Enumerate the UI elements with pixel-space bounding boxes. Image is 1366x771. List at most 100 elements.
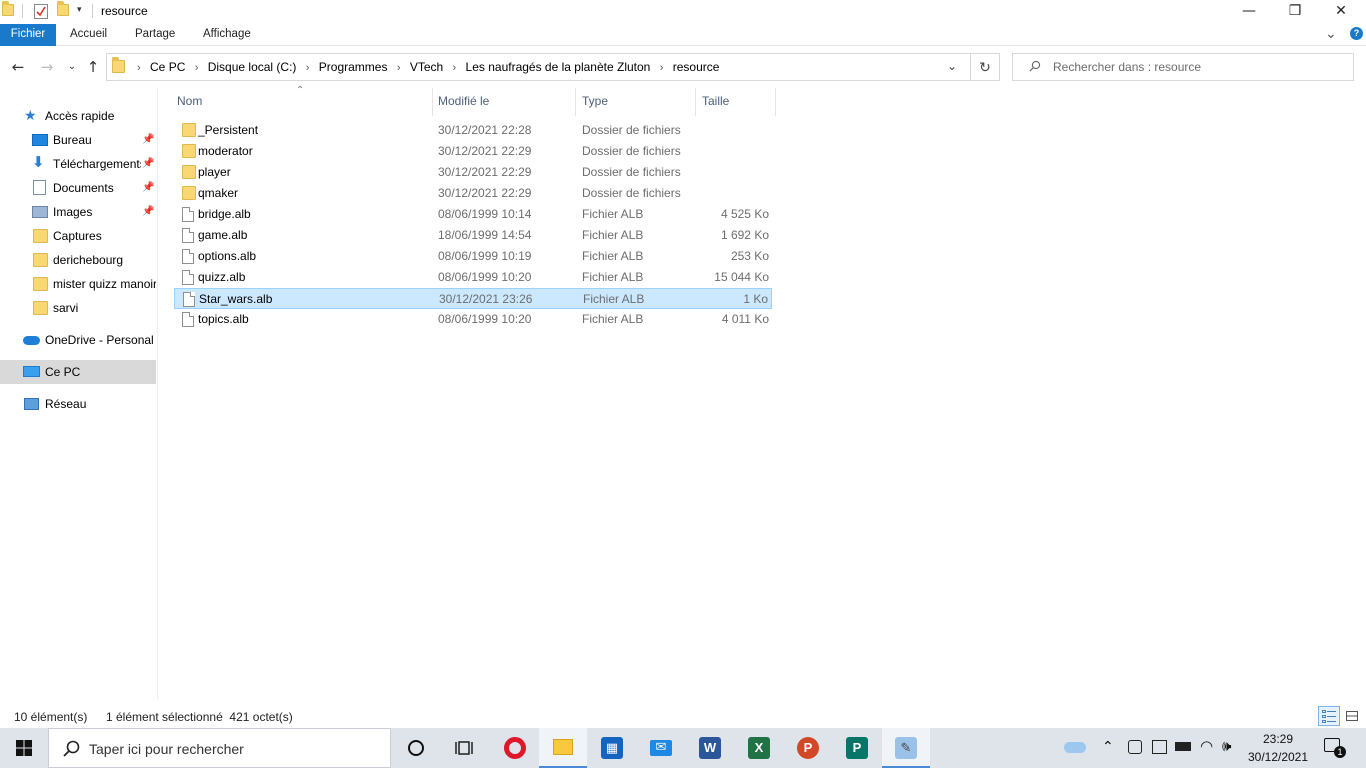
search-input[interactable]: Rechercher dans : resource xyxy=(1012,53,1354,81)
battery-icon[interactable] xyxy=(1175,742,1191,751)
nav-label: Accès rapide xyxy=(45,109,115,123)
nav-item-telechargements[interactable]: ⬇ Téléchargements 📌 xyxy=(0,152,156,176)
file-size: 15 044 Ko xyxy=(714,270,769,284)
taskbar-publisher[interactable]: P xyxy=(833,728,881,768)
breadcrumb-naufrages[interactable]: Les naufragés de la planète Zluton xyxy=(466,60,651,74)
breadcrumb-chevron-icon[interactable]: › xyxy=(453,62,457,74)
defender-icon[interactable] xyxy=(1152,740,1167,754)
selection-info: 1 élément sélectionné 421 octet(s) xyxy=(106,710,293,724)
tab-affichage[interactable]: Affichage xyxy=(193,24,261,46)
nav-this-pc[interactable]: Ce PC xyxy=(0,360,156,384)
nav-item-images[interactable]: Images 📌 xyxy=(0,200,156,224)
file-name: game.alb xyxy=(198,228,248,242)
details-view-button[interactable] xyxy=(1318,706,1340,726)
expand-ribbon-icon[interactable]: ⌄ xyxy=(1325,25,1337,42)
taskbar-excel[interactable]: X xyxy=(735,728,783,768)
nav-item-bureau[interactable]: Bureau 📌 xyxy=(0,128,156,152)
taskbar-search-box[interactable]: Taper ici pour rechercher xyxy=(48,728,391,768)
show-hidden-icons-icon[interactable]: ⌃ xyxy=(1102,738,1114,755)
nav-item-sarvi[interactable]: sarvi xyxy=(0,296,156,320)
file-modified: 18/06/1999 14:54 xyxy=(438,228,532,242)
task-view-button[interactable] xyxy=(440,728,488,768)
file-row[interactable]: quizz.alb 08/06/1999 10:20 Fichier ALB 15 0… xyxy=(174,267,772,288)
column-header-size[interactable]: Taille xyxy=(696,88,776,116)
search-placeholder: Rechercher dans : resource xyxy=(1053,60,1202,74)
minimize-button[interactable]: — xyxy=(1226,0,1272,24)
breadcrumb-ce-pc[interactable]: Ce PC xyxy=(150,60,185,74)
file-name: qmaker xyxy=(198,186,239,200)
nav-network[interactable]: Réseau xyxy=(0,392,156,416)
tab-partage[interactable]: Partage xyxy=(125,24,185,46)
file-type: Fichier ALB xyxy=(582,270,644,284)
cortana-button[interactable] xyxy=(392,728,440,768)
file-row[interactable]: bridge.alb 08/06/1999 10:14 Fichier ALB 4 5… xyxy=(174,204,772,225)
column-header-name[interactable]: Nom xyxy=(171,88,433,116)
nav-item-derichebourg[interactable]: derichebourg xyxy=(0,248,156,272)
file-explorer-icon xyxy=(553,739,573,755)
file-list: ⌃ Nom Modifié le Type Taille _Persistent… xyxy=(158,85,1366,700)
action-center-button[interactable]: 1 xyxy=(1318,736,1348,760)
recent-locations-button[interactable]: ⌄ xyxy=(61,56,83,78)
file-row[interactable]: qmaker 30/12/2021 22:29 Dossier de fichier… xyxy=(174,183,772,204)
tab-accueil[interactable]: Accueil xyxy=(60,24,117,46)
breadcrumb-vtech[interactable]: VTech xyxy=(410,60,443,74)
address-history-dropdown-icon[interactable]: ⌄ xyxy=(947,59,957,73)
cortana-icon xyxy=(408,740,424,756)
breadcrumb-chevron-icon[interactable]: › xyxy=(195,62,199,74)
breadcrumb-chevron-icon[interactable]: › xyxy=(137,62,141,74)
folder-icon xyxy=(112,57,125,76)
star-icon: ★ xyxy=(24,107,37,123)
column-header-modified[interactable]: Modifié le xyxy=(432,88,576,116)
nav-quick-access[interactable]: ★ Accès rapide xyxy=(0,104,156,128)
new-folder-icon[interactable] xyxy=(57,1,71,18)
taskbar-store[interactable]: ▦ xyxy=(588,728,636,768)
file-modified: 30/12/2021 23:26 xyxy=(439,292,533,306)
large-icons-view-button[interactable] xyxy=(1343,707,1363,725)
breadcrumb-programmes[interactable]: Programmes xyxy=(319,60,388,74)
nav-item-mister-quizz-manoir[interactable]: mister quizz manoir xyxy=(0,272,156,296)
taskbar-mail[interactable]: ✉ xyxy=(637,728,685,768)
nav-onedrive[interactable]: OneDrive - Personal xyxy=(0,328,156,352)
file-row[interactable]: player 30/12/2021 22:29 Dossier de fichier… xyxy=(174,162,772,183)
breadcrumb-resource[interactable]: resource xyxy=(673,60,720,74)
taskbar-file-explorer[interactable] xyxy=(539,728,587,768)
file-row[interactable]: moderator 30/12/2021 22:29 Dossier de fich… xyxy=(174,141,772,162)
breadcrumb-disque-local[interactable]: Disque local (C:) xyxy=(208,60,297,74)
clock[interactable]: 23:29 30/12/2021 xyxy=(1246,731,1310,765)
nav-item-documents[interactable]: Documents 📌 xyxy=(0,176,156,200)
taskbar-opera[interactable] xyxy=(491,728,539,768)
breadcrumb-chevron-icon[interactable]: › xyxy=(660,62,664,74)
close-button[interactable]: ✕ xyxy=(1318,0,1364,24)
properties-icon[interactable] xyxy=(34,4,48,19)
file-row[interactable]: options.alb 08/06/1999 10:19 Fichier ALB 25… xyxy=(174,246,772,267)
taskbar-paint[interactable]: ✎ xyxy=(882,728,930,768)
wifi-icon[interactable]: ◠ xyxy=(1200,737,1213,755)
customize-qat-icon[interactable]: ▾ xyxy=(77,4,82,15)
breadcrumb-chevron-icon[interactable]: › xyxy=(397,62,401,74)
forward-button[interactable]: → xyxy=(36,56,58,78)
file-row[interactable]: game.alb 18/06/1999 14:54 Fichier ALB 1 692… xyxy=(174,225,772,246)
volume-icon[interactable]: 🕪 xyxy=(1222,737,1231,755)
file-row[interactable]: topics.alb 08/06/1999 10:20 Fichier ALB 4 0… xyxy=(174,309,772,330)
column-header-type[interactable]: Type xyxy=(576,88,696,116)
file-name: player xyxy=(198,165,231,179)
file-row[interactable]: Star_wars.alb 30/12/2021 23:26 Fichier ALB… xyxy=(174,288,772,309)
back-button[interactable]: ← xyxy=(7,56,29,78)
tab-fichier[interactable]: Fichier xyxy=(0,24,56,46)
start-button[interactable] xyxy=(0,728,48,768)
nav-item-captures[interactable]: Captures xyxy=(0,224,156,248)
address-box[interactable]: › Ce PC › Disque local (C:) › Programmes… xyxy=(106,53,971,81)
taskbar-word[interactable]: W xyxy=(686,728,734,768)
up-button[interactable]: ↑ xyxy=(82,56,104,78)
file-row[interactable]: _Persistent 30/12/2021 22:28 Dossier de fi… xyxy=(174,120,772,141)
folder-icon xyxy=(33,277,48,291)
separator xyxy=(92,4,93,18)
meet-now-icon[interactable] xyxy=(1128,740,1142,754)
file-modified: 30/12/2021 22:29 xyxy=(438,186,532,200)
taskbar-powerpoint[interactable]: P xyxy=(784,728,832,768)
breadcrumb-chevron-icon[interactable]: › xyxy=(306,62,310,74)
help-icon[interactable]: ? xyxy=(1350,27,1363,40)
refresh-button[interactable]: ↻ xyxy=(971,53,1000,81)
restore-button[interactable]: ❐ xyxy=(1272,0,1318,24)
onedrive-tray-icon[interactable] xyxy=(1064,742,1086,753)
